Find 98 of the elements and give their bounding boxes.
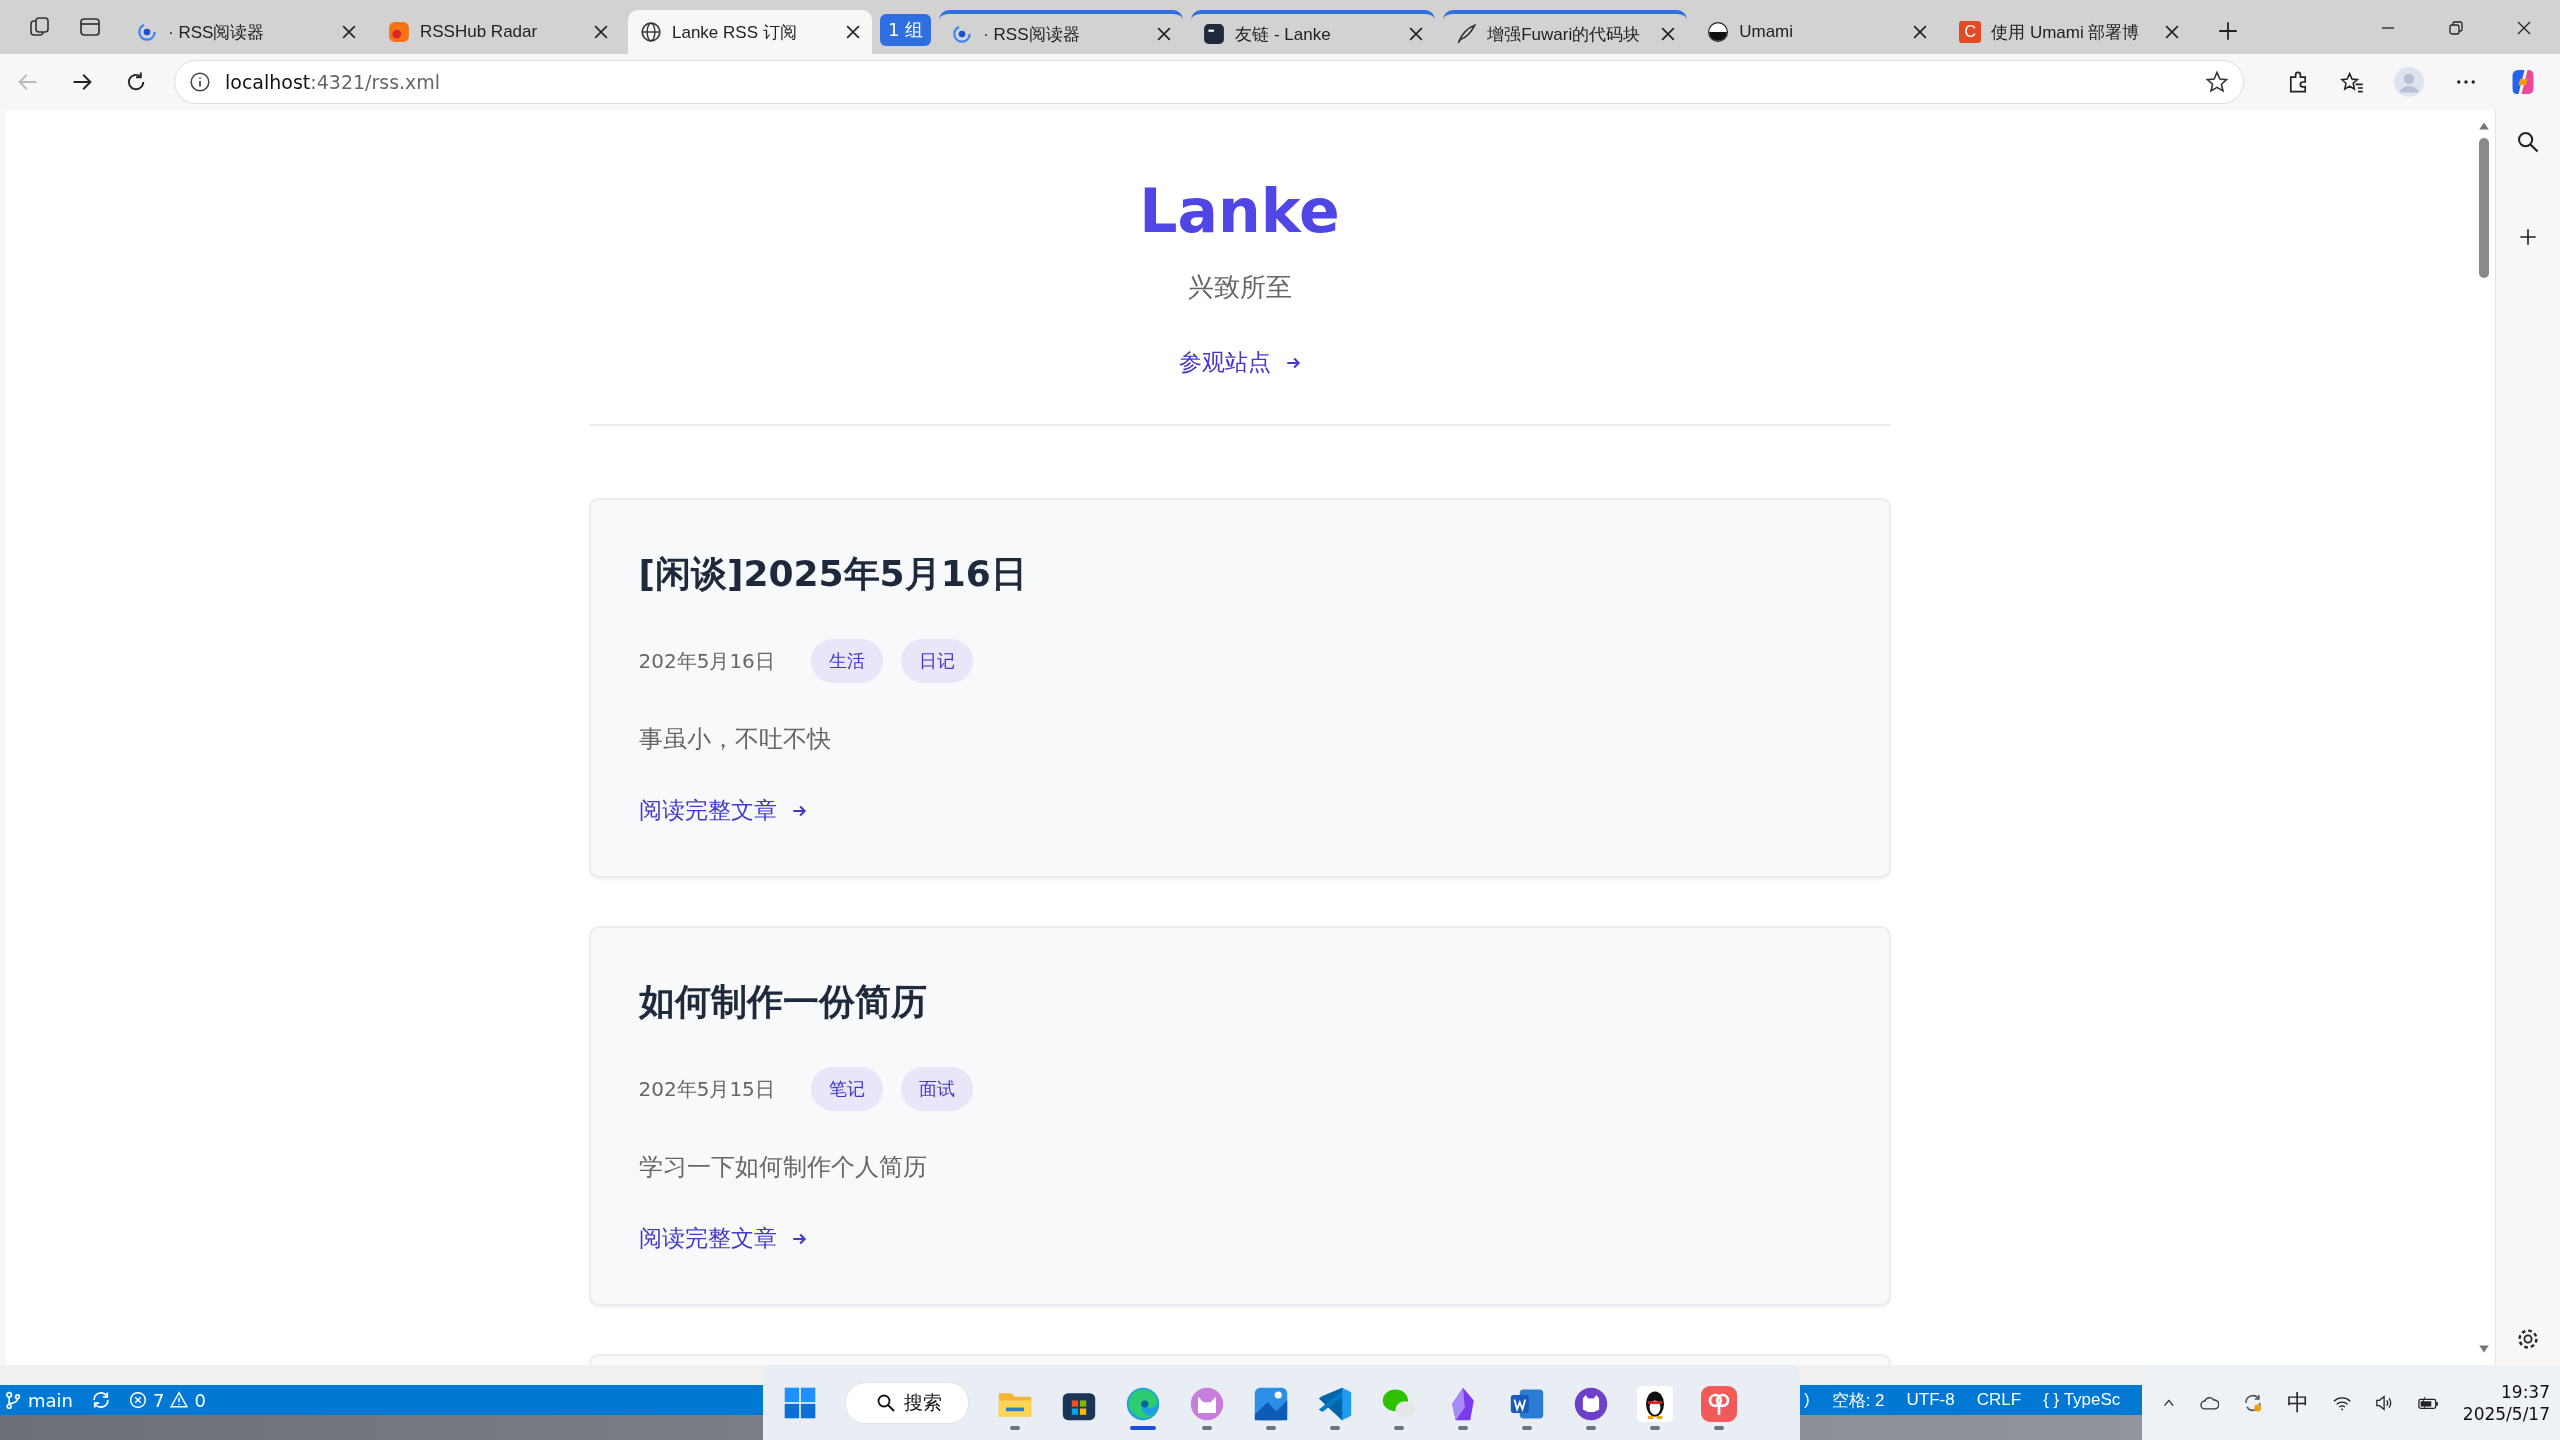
scroll-up-icon[interactable] [2478, 120, 2490, 132]
status-item[interactable]: ) [1804, 1390, 1810, 1410]
close-icon[interactable] [342, 25, 356, 39]
running-indicator [1458, 1425, 1468, 1430]
address-bar[interactable]: localhost:4321/rss.xml [174, 60, 2244, 104]
browser-tab[interactable]: Umami [1695, 10, 1940, 54]
warning-count[interactable]: 0 [194, 1389, 206, 1411]
status-item[interactable]: UTF-8 [1906, 1390, 1955, 1410]
close-icon[interactable] [1409, 27, 1424, 41]
quill-icon [1455, 23, 1478, 45]
read-more-link[interactable]: 阅读完整文章 [638, 795, 777, 826]
letter-icon: C [1959, 21, 1982, 43]
tab-actions-icon[interactable] [78, 15, 102, 39]
browser-icon[interactable] [1125, 1385, 1161, 1422]
site-title: Lanke [1139, 176, 1340, 246]
close-icon[interactable] [1913, 25, 1928, 39]
error-count[interactable]: 7 [153, 1389, 165, 1411]
close-window-icon[interactable] [2516, 20, 2532, 36]
favorites-icon[interactable] [2340, 70, 2364, 94]
status-item[interactable]: 空格: 2 [1831, 1388, 1885, 1412]
taskbar-search[interactable]: 搜索 [845, 1381, 969, 1424]
square-icon [1203, 23, 1226, 45]
tab-title: 增强Fuwari的代码块 [1487, 23, 1642, 46]
search-icon [876, 1392, 896, 1413]
flower-icon[interactable] [1701, 1385, 1737, 1422]
site-subtitle: 兴致所至 [1187, 271, 1292, 304]
post-summary: 学习一下如何制作个人简历 [638, 1152, 927, 1183]
running-indicator [1522, 1425, 1532, 1430]
scroll-down-icon[interactable] [2478, 1343, 2490, 1355]
error-icon [129, 1391, 147, 1409]
url-text: localhost:4321/rss.xml [225, 71, 442, 93]
browser-tab[interactable]: · RSS阅读器 [124, 10, 368, 54]
cat-icon[interactable] [1189, 1385, 1225, 1422]
post-title[interactable]: 如何制作一份简历 [638, 978, 927, 1027]
code-editor-icon[interactable] [1317, 1385, 1353, 1422]
scrollbar-thumb[interactable] [2479, 138, 2489, 278]
tab-title: · RSS阅读器 [983, 23, 1081, 46]
input-method-indicator[interactable]: 中 [2287, 1387, 2310, 1418]
photos-icon[interactable] [1253, 1385, 1289, 1422]
swirl-icon [951, 23, 974, 45]
tab-title: Umami [1739, 22, 1795, 42]
clock-time[interactable]: 19:37 [2501, 1381, 2550, 1402]
tab-group-label[interactable]: 1 组 [880, 14, 932, 46]
running-indicator [1330, 1425, 1340, 1430]
tag-pill[interactable]: 笔记 [810, 1067, 883, 1111]
restore-icon[interactable] [2448, 20, 2464, 36]
tag-pill[interactable]: 日记 [900, 639, 973, 683]
close-icon[interactable] [594, 25, 608, 39]
star-icon[interactable] [2205, 70, 2229, 94]
close-icon[interactable] [846, 25, 860, 39]
running-indicator [1266, 1425, 1276, 1430]
browser-tab[interactable]: Lanke RSS 订阅 [628, 10, 872, 54]
post-date: 202年5月16日 [638, 647, 775, 675]
tab-title: 友链 - Lanke [1235, 23, 1332, 46]
workspaces-icon[interactable] [28, 15, 52, 39]
search-icon[interactable] [2516, 130, 2540, 154]
tab-title: 使用 Umami 部署博 [1991, 21, 2141, 44]
tag-pill[interactable]: 面试 [900, 1067, 973, 1111]
half-circle-icon [1707, 21, 1730, 43]
close-icon[interactable] [1157, 27, 1172, 41]
clock-date[interactable]: 2025/5/17 [2462, 1403, 2550, 1424]
running-indicator [1714, 1425, 1724, 1430]
info-icon[interactable] [189, 71, 211, 93]
running-indicator [1650, 1425, 1660, 1430]
browser-tab[interactable]: RSSHub Radar [376, 10, 620, 54]
post-date: 202年5月15日 [638, 1075, 775, 1103]
new-tab-icon[interactable] [2217, 20, 2240, 42]
tab-title: · RSS阅读器 [168, 21, 266, 44]
close-icon[interactable] [2165, 25, 2180, 39]
tab-title: Lanke RSS 订阅 [672, 21, 798, 44]
running-indicator [1586, 1425, 1596, 1430]
volume-icon[interactable] [2375, 1392, 2394, 1413]
tag-pill[interactable]: 生活 [810, 639, 883, 683]
settings-icon[interactable] [2516, 1327, 2540, 1351]
branch-name[interactable]: main [28, 1389, 73, 1411]
penguin-icon[interactable] [1637, 1385, 1673, 1422]
running-indicator [1202, 1425, 1212, 1430]
start-icon[interactable] [783, 1385, 817, 1420]
running-indicator [1010, 1425, 1020, 1430]
branch-icon [4, 1391, 22, 1409]
warning-icon [170, 1391, 189, 1409]
visit-site-link[interactable]: 参观站点 [1178, 347, 1271, 378]
cat-silhouette-icon[interactable] [1573, 1385, 1609, 1422]
running-indicator [1130, 1425, 1156, 1430]
status-item[interactable]: { } TypeSc [2043, 1390, 2121, 1410]
running-indicator [1394, 1425, 1404, 1430]
add-icon[interactable] [2517, 226, 2539, 248]
post-summary: 事虽小，不吐不快 [638, 724, 831, 755]
status-item[interactable]: CRLF [1976, 1390, 2022, 1410]
close-icon[interactable] [1661, 27, 1676, 41]
browser-tab[interactable]: C 使用 Umami 部署博 [1947, 10, 2192, 54]
radar-icon [388, 21, 410, 43]
post-title[interactable]: [闲谈]2025年5月16日 [638, 550, 1027, 599]
tab-title: RSSHub Radar [420, 22, 539, 42]
swirl-icon [136, 21, 158, 43]
read-more-link[interactable]: 阅读完整文章 [638, 1223, 777, 1254]
globe-icon [640, 21, 662, 43]
sync-icon[interactable] [91, 1390, 111, 1410]
